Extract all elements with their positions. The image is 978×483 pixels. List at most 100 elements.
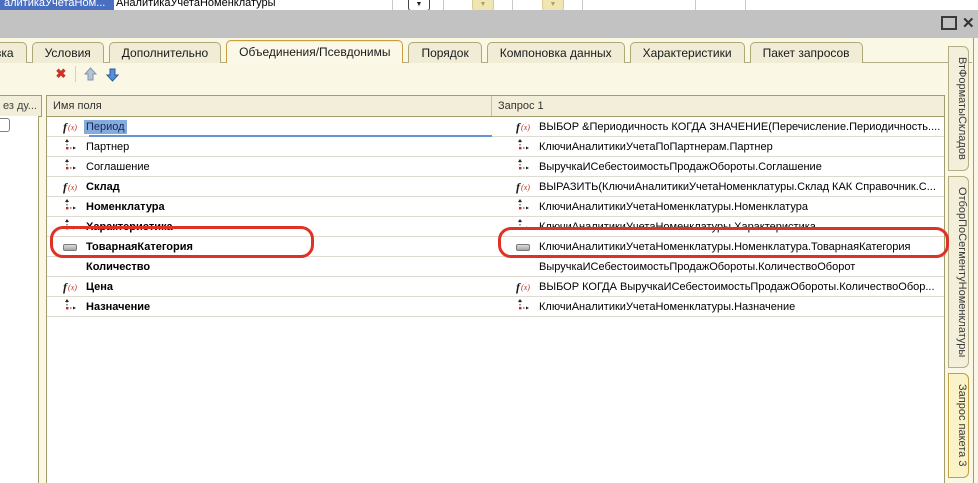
field-name: Период: [84, 120, 127, 134]
maximize-icon[interactable]: [941, 16, 957, 30]
query-designer-window: алитикаУчетаНом... АналитикаУчетаНоменкл…: [0, 0, 978, 483]
query-expression: КлючиАналитикиУчетаНоменклатуры.Назначен…: [539, 301, 795, 313]
column-header-field-name[interactable]: Имя поля: [47, 96, 492, 116]
fx-icon: f(x): [514, 120, 532, 134]
field-icon: [61, 297, 79, 311]
query-expression-cell[interactable]: f(x) ВЫРАЗИТЬ(КлючиАналитикиУчетаНоменкл…: [492, 177, 944, 196]
field-name-cell[interactable]: Характеристика: [47, 217, 492, 236]
field-name: Соглашение: [86, 161, 150, 173]
fx-icon: f(x): [514, 180, 532, 194]
fields-toolbar: ✖: [50, 64, 123, 84]
field-name: Номенклатура: [86, 201, 165, 213]
table-row: Назначение КлючиАналитикиУчетаНоменклату…: [47, 297, 944, 317]
delete-button[interactable]: ✖: [50, 65, 72, 83]
tab-label: Дополнительно: [122, 46, 208, 60]
up-arrow-icon: [83, 67, 98, 82]
query-package-tab-Запрос пакета 3[interactable]: Запрос пакета 3: [948, 373, 969, 477]
dropdown-button[interactable]: ▼: [542, 0, 564, 10]
query-expression-cell[interactable]: КлючиАналитикиУчетаНоменклатуры.Назначен…: [492, 297, 944, 316]
query-expression-cell[interactable]: f(x) ВЫБОР КОГДА ВыручкаИСебестоимостьПр…: [492, 277, 944, 296]
query-expression: ВыручкаИСебестоимостьПродажОбороты.Колич…: [539, 261, 855, 273]
field-name-cell[interactable]: ТоварнаяКатегория: [47, 237, 492, 256]
query-field-type-icon: f(x): [514, 178, 532, 196]
background-selected-cell[interactable]: алитикаУчетаНом...: [0, 0, 114, 10]
grid-line: [695, 0, 696, 10]
query-expression-cell[interactable]: КлючиАналитикиУчетаНоменклатуры.Номенкла…: [492, 237, 944, 256]
query-expression-cell[interactable]: КлючиАналитикиУчетаНоменклатуры.Номенкла…: [492, 197, 944, 216]
tab-label: вка: [0, 46, 14, 60]
column-header-query1[interactable]: Запрос 1: [492, 96, 944, 116]
union-checkbox[interactable]: [0, 118, 10, 132]
fx-icon: f(x): [61, 280, 79, 294]
minus-icon: [61, 240, 79, 254]
field-name: Характеристика: [86, 221, 173, 233]
field-icon: [61, 157, 79, 171]
field-name-cell[interactable]: Номенклатура: [47, 197, 492, 216]
query-expression-cell[interactable]: ВыручкаИСебестоимостьПродажОбороты.Колич…: [492, 257, 944, 276]
field-icon: [61, 197, 79, 211]
field-icon: [61, 217, 79, 231]
field-name-cell[interactable]: f(x) Период: [47, 117, 492, 136]
query-field-type-icon: [514, 257, 532, 276]
fx-icon: f(x): [61, 120, 79, 134]
table-row: f(x) Склад f(x) ВЫРАЗИТЬ(КлючиАналитикиУ…: [47, 177, 944, 197]
tab-label: Пакет запросов: [763, 46, 850, 60]
query-expression-cell[interactable]: КлючиАналитикиУчетаПоПартнерам.Партнер: [492, 137, 944, 156]
query-expression-cell[interactable]: ВыручкаИСебестоимостьПродажОбороты.Согла…: [492, 157, 944, 176]
close-icon[interactable]: ✕: [962, 16, 975, 32]
field-name-cell[interactable]: Назначение: [47, 297, 492, 316]
field-type-icon: [61, 238, 79, 256]
background-window-row: алитикаУчетаНом... АналитикаУчетаНоменкл…: [0, 0, 978, 10]
table-row: Характеристика КлючиАналитикиУчетаНоменк…: [47, 217, 944, 237]
field-icon: [514, 157, 532, 171]
down-arrow-icon: [105, 67, 120, 82]
query-package-tab-ВтФорматыСкладов[interactable]: ВтФорматыСкладов: [948, 46, 969, 171]
dialog-titlebar: ✕: [0, 10, 978, 38]
query-package-tab-ОтборПоСегментуНоменклатуры[interactable]: ОтборПоСегментуНоменклатуры: [948, 176, 969, 368]
query-field-type-icon: f(x): [514, 118, 532, 136]
field-type-icon: [61, 157, 79, 176]
table-row: ТоварнаяКатегория КлючиАналитикиУчетаНом…: [47, 237, 944, 257]
tab-label: Условия: [45, 46, 91, 60]
table-rows: f(x) Период f(x) ВЫБОР &Периодичность КО…: [47, 117, 944, 317]
query-expression-cell[interactable]: КлючиАналитикиУчетаНоменклатуры.Характер…: [492, 217, 944, 236]
field-name-cell[interactable]: f(x) Склад: [47, 177, 492, 196]
tab-вка[interactable]: вка: [0, 42, 27, 63]
query-field-type-icon: [514, 297, 532, 316]
fx-icon: f(x): [61, 180, 79, 194]
move-up-button[interactable]: [79, 65, 101, 83]
tab-Пакет запросов[interactable]: Пакет запросов: [750, 42, 863, 63]
tab-Компоновка данных[interactable]: Компоновка данных: [487, 42, 625, 63]
query-expression: КлючиАналитикиУчетаНоменклатуры.Характер…: [539, 221, 816, 233]
tab-Объединения/Псевдонимы[interactable]: Объединения/Псевдонимы: [226, 40, 403, 63]
delete-icon: ✖: [51, 66, 71, 82]
table-row: Номенклатура КлючиАналитикиУчетаНоменкла…: [47, 197, 944, 217]
field-name-cell[interactable]: Партнер: [47, 137, 492, 156]
fx-icon: f(x): [514, 280, 532, 294]
field-name-cell[interactable]: Соглашение: [47, 157, 492, 176]
field-type-icon: f(x): [61, 278, 79, 296]
field-name-cell[interactable]: Количество: [47, 257, 492, 276]
field-type-icon: [61, 197, 79, 216]
dropdown-button[interactable]: ▼: [408, 0, 430, 10]
tab-label: Порядок: [421, 46, 468, 60]
query-expression: КлючиАналитикиУчетаНоменклатуры.Номенкла…: [539, 201, 808, 213]
tab-Дополнительно[interactable]: Дополнительно: [109, 42, 221, 63]
unions-panel: [0, 116, 39, 483]
query-field-type-icon: [514, 157, 532, 176]
minus-icon: [514, 240, 532, 254]
move-down-button[interactable]: [101, 65, 123, 83]
field-name: Партнер: [86, 141, 129, 153]
query-expression: ВЫБОР КОГДА ВыручкаИСебестоимостьПродажО…: [539, 281, 935, 293]
table-row: f(x) Цена f(x) ВЫБОР КОГДА ВыручкаИСебес…: [47, 277, 944, 297]
tab-Характеристики[interactable]: Характеристики: [630, 42, 745, 63]
tab-Порядок[interactable]: Порядок: [408, 42, 481, 63]
field-icon: [514, 297, 532, 311]
table-row: f(x) Период f(x) ВЫБОР &Периодичность КО…: [47, 117, 944, 137]
field-icon: [514, 137, 532, 151]
field-name-cell[interactable]: f(x) Цена: [47, 277, 492, 296]
tab-Условия[interactable]: Условия: [32, 42, 104, 63]
dropdown-button[interactable]: ▼: [472, 0, 494, 10]
query-expression-cell[interactable]: f(x) ВЫБОР &Периодичность КОГДА ЗНАЧЕНИЕ…: [492, 117, 944, 136]
field-type-icon: [61, 297, 79, 316]
